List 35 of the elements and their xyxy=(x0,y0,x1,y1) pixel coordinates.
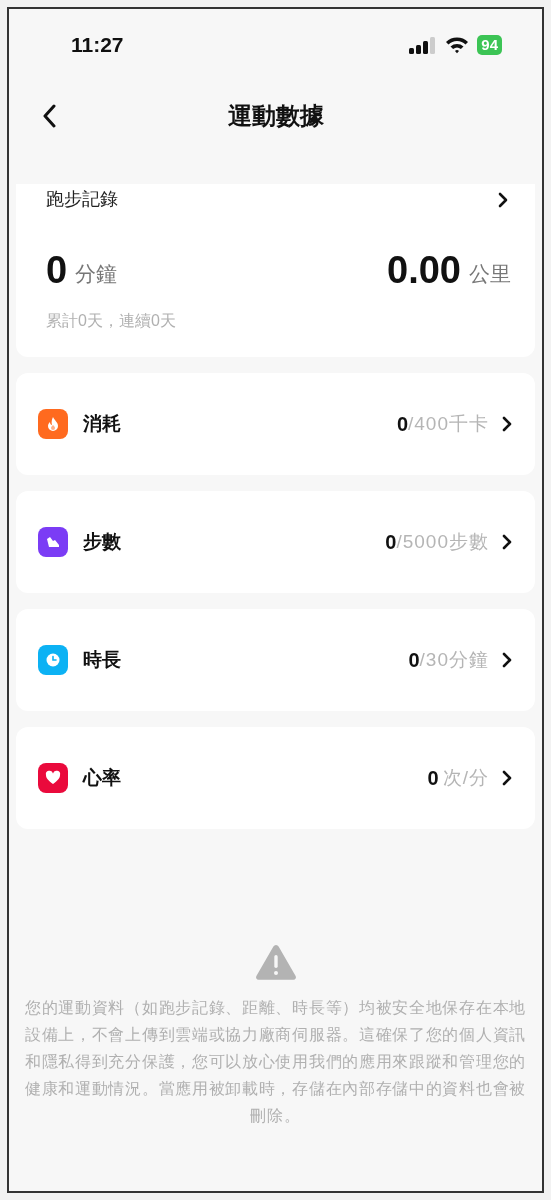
chevron-icon xyxy=(497,191,509,208)
metric-card[interactable]: 消耗 0/400千卡 xyxy=(16,373,535,475)
chevron-icon xyxy=(501,652,513,668)
metric-label: 時長 xyxy=(83,647,121,672)
metric-card[interactable]: 時長 0/30分鐘 xyxy=(16,609,535,711)
status-time: 11:27 xyxy=(71,32,124,58)
chevron-icon xyxy=(501,416,513,432)
warning-icon xyxy=(254,944,297,980)
metric-value: 0 xyxy=(427,766,439,791)
distance-value: 0.00 xyxy=(387,251,461,289)
metric-label: 消耗 xyxy=(83,411,121,436)
metric-label: 心率 xyxy=(83,765,121,790)
metric-goal: 次/分 xyxy=(442,765,489,790)
back-icon xyxy=(43,104,57,128)
minutes-value: 0 xyxy=(46,251,68,289)
streak-summary: 累計0天，連續0天 xyxy=(46,311,177,331)
section-title: 跑步記錄 xyxy=(46,188,118,211)
chevron-icon xyxy=(501,534,513,550)
signal-icon xyxy=(409,36,438,54)
metric-card[interactable]: 心率 0 次/分 xyxy=(16,727,535,829)
metric-goal: /5000步數 xyxy=(396,529,489,554)
metric-value: 0 xyxy=(385,530,397,555)
metric-goal: /30分鐘 xyxy=(419,647,489,672)
metric-label: 步數 xyxy=(83,529,121,554)
battery-level: 94 xyxy=(477,35,502,55)
metric-value: 0 xyxy=(396,412,408,437)
page-title: 運動數據 xyxy=(227,101,324,131)
chevron-icon xyxy=(501,770,513,786)
metric-goal: /400千卡 xyxy=(408,411,489,436)
wifi-icon xyxy=(445,36,470,54)
distance-unit: 公里 xyxy=(469,260,511,287)
metric-card[interactable]: 步數 0/5000步數 xyxy=(16,491,535,593)
minutes-unit: 分鐘 xyxy=(75,260,118,287)
metric-value: 0 xyxy=(408,648,420,673)
privacy-notice: 您的運動資料（如跑步記錄、距離、時長等）均被安全地保存在本地設備上，不會上傳到雲端或協力廠商伺服器。這確保了您的個人資訊和隱私得到充分保護，您可以放心使用我們的應用來跟蹤和管理您的健康和運動情況。當應用被卸載時，存儲在內部存儲中的資料也會被刪除。 xyxy=(24,998,527,1126)
